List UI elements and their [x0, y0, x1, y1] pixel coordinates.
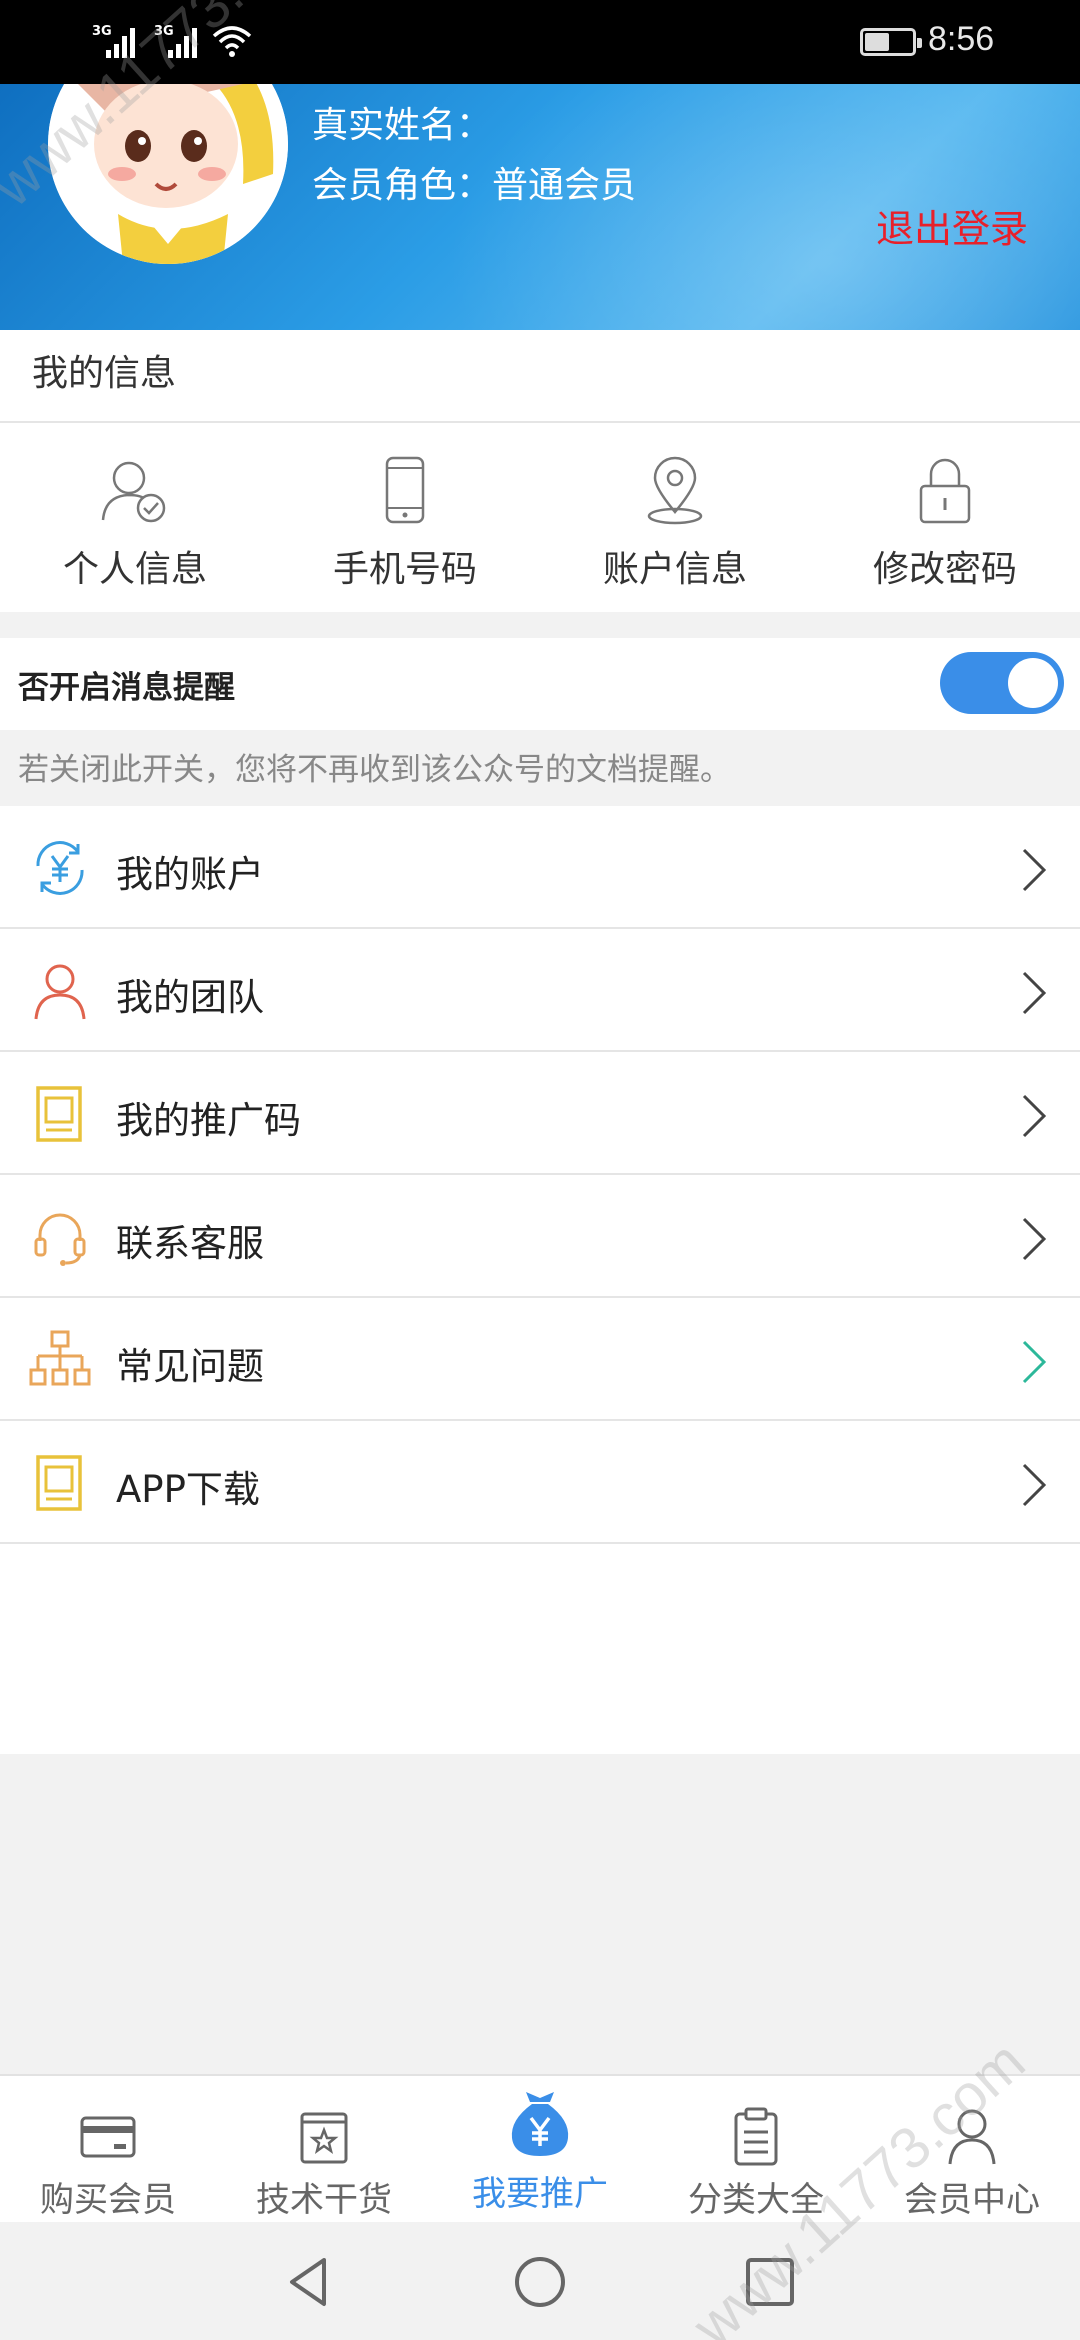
- menu-item-app-download[interactable]: APP下载: [0, 1421, 1080, 1544]
- chevron-right-icon: [1022, 1463, 1047, 1507]
- menu-item-label: APP下载: [116, 1468, 260, 1511]
- cartoon-avatar-icon: [48, 84, 288, 264]
- menu-item-promo-code[interactable]: 我的推广码: [0, 1052, 1080, 1175]
- avatar[interactable]: [48, 84, 288, 264]
- document-icon: [36, 1086, 82, 1142]
- chevron-right-icon: [1022, 1340, 1047, 1384]
- menu-item-customer-service[interactable]: 联系客服: [0, 1175, 1080, 1298]
- notification-hint: 若关闭此开关，您将不再收到该公众号的文档提醒。: [18, 752, 731, 788]
- menu-item-label: 我的账户: [116, 853, 264, 896]
- notification-toggle-row: 否开启消息提醒: [0, 638, 1080, 730]
- user-icon: [948, 2109, 996, 2165]
- headset-icon: [34, 1213, 86, 1266]
- chevron-right-icon: [1022, 848, 1047, 892]
- chevron-right-icon: [1022, 971, 1047, 1015]
- notification-toggle-switch[interactable]: [940, 652, 1064, 714]
- notification-toggle-label: 否开启消息提醒: [18, 670, 235, 706]
- wifi-icon: [212, 26, 252, 57]
- menu-item-my-account[interactable]: 我的账户: [0, 806, 1080, 929]
- phone-number-label: 手机号码: [332, 549, 477, 590]
- document-icon: [36, 1455, 82, 1511]
- nav-label: 我要推广: [472, 2174, 608, 2214]
- menu-item-label: 常见问题: [116, 1345, 264, 1388]
- my-info-title: 我的信息: [32, 353, 177, 394]
- money-bag-icon: [511, 2092, 569, 2156]
- menu-item-label: 联系客服: [116, 1222, 264, 1265]
- menu-item-my-team[interactable]: 我的团队: [0, 929, 1080, 1052]
- menu-list: 我的账户 我的团队 我的推广码 联系客服 常见问题 APP下载: [0, 806, 1080, 1754]
- account-info-label: 账户信息: [602, 549, 747, 590]
- personal-info-button[interactable]: 个人信息: [0, 452, 270, 602]
- nav-categories[interactable]: 分类大全: [648, 2076, 864, 2224]
- status-bar: 3G 3G 8:56: [0, 0, 1080, 84]
- phone-number-button[interactable]: 手机号码: [270, 452, 540, 602]
- system-nav-bar: [0, 2222, 1080, 2340]
- clock: 8:56: [928, 20, 995, 58]
- chevron-right-icon: [1022, 1217, 1047, 1261]
- battery-icon: [860, 28, 922, 56]
- change-password-label: 修改密码: [872, 549, 1017, 590]
- toggle-knob: [1008, 658, 1058, 708]
- recent-apps-icon[interactable]: [740, 2252, 800, 2312]
- nav-member-center[interactable]: 会员中心: [864, 2076, 1080, 2224]
- signal-type-label-2: 3G: [154, 24, 174, 39]
- nav-label: 技术干货: [256, 2180, 392, 2220]
- person-icon: [34, 964, 86, 1020]
- member-role-label: 会员角色：普通会员: [312, 165, 637, 206]
- back-icon[interactable]: [280, 2252, 340, 2312]
- signal-icon-2: 3G: [154, 24, 202, 58]
- nav-label: 分类大全: [688, 2180, 824, 2220]
- card-icon: [80, 2116, 136, 2158]
- home-icon[interactable]: [510, 2252, 570, 2312]
- yuan-refresh-icon: [36, 841, 84, 895]
- personal-info-label: 个人信息: [62, 549, 207, 590]
- user-check-icon: [101, 461, 166, 523]
- menu-item-label: 我的团队: [116, 976, 264, 1019]
- nav-buy-membership[interactable]: 购买会员: [0, 2076, 216, 2224]
- nav-label: 会员中心: [904, 2180, 1040, 2220]
- my-info-card: 我的信息 个人信息 手机号码 账户信息 修改密码: [0, 330, 1080, 612]
- clipboard-icon: [734, 2107, 778, 2166]
- account-info-button[interactable]: 账户信息: [540, 452, 810, 602]
- org-chart-icon: [29, 1330, 91, 1386]
- bottom-nav: 购买会员 技术干货 我要推广 分类大全 会员中心: [0, 2074, 1080, 2222]
- nav-tech-articles[interactable]: 技术干货: [216, 2076, 432, 2224]
- change-password-button[interactable]: 修改密码: [810, 452, 1080, 602]
- logout-button[interactable]: 退出登录: [876, 198, 1028, 253]
- location-pin-icon: [647, 456, 703, 525]
- menu-item-faq[interactable]: 常见问题: [0, 1298, 1080, 1421]
- divider: [0, 421, 1080, 423]
- signal-type-label: 3G: [92, 24, 112, 39]
- signal-icon: 3G: [92, 24, 140, 58]
- phone-icon: [385, 456, 425, 524]
- star-book-icon: [300, 2112, 348, 2164]
- menu-item-label: 我的推广码: [116, 1099, 301, 1142]
- lock-icon: [919, 458, 971, 524]
- nav-label: 购买会员: [40, 2180, 176, 2220]
- nav-promote[interactable]: 我要推广: [432, 2076, 648, 2224]
- profile-header: 真实姓名： 会员角色：普通会员 退出登录: [0, 84, 1080, 330]
- real-name-label: 真实姓名：: [312, 105, 493, 146]
- chevron-right-icon: [1022, 1094, 1047, 1138]
